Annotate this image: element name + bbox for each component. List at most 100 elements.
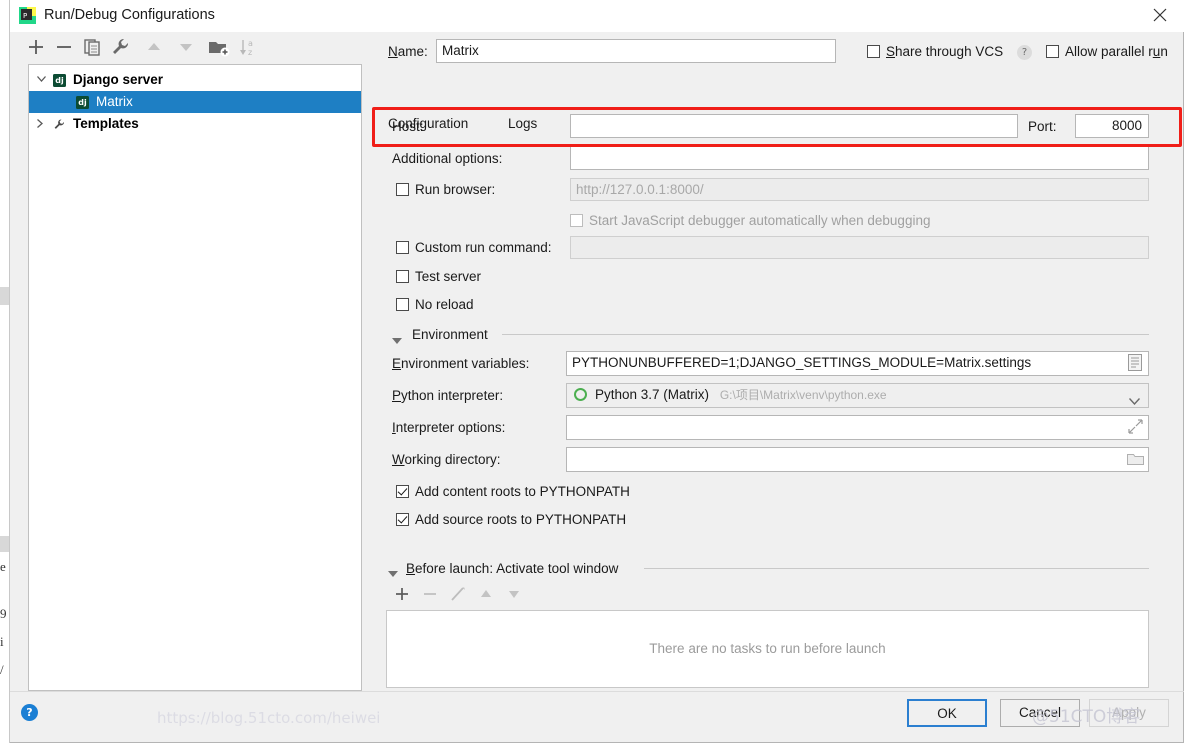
close-icon[interactable]: [1138, 0, 1184, 32]
tab-logs[interactable]: Logs: [508, 112, 537, 136]
no-reload-checkbox[interactable]: [396, 298, 409, 311]
js-debugger-checkbox[interactable]: [570, 214, 583, 227]
wrench-icon: [51, 117, 67, 132]
footer-divider: [10, 691, 1184, 692]
move-down-icon[interactable]: [174, 35, 198, 59]
underlay-glyph: 9: [0, 606, 7, 621]
allow-parallel-run-label: Allow parallel run: [1065, 44, 1168, 59]
help-icon[interactable]: ?: [21, 704, 38, 721]
ok-button[interactable]: OK: [907, 699, 987, 727]
add-content-roots-label: Add content roots to PYTHONPATH: [415, 484, 630, 499]
tree-item-label: Django server: [73, 72, 164, 87]
underlay-glyph: /: [0, 662, 4, 677]
port-label: Port:: [1028, 119, 1057, 134]
tree-item-templates[interactable]: Templates: [29, 113, 361, 135]
svg-text:a: a: [248, 39, 253, 48]
tree-item-label: Matrix: [96, 94, 133, 109]
task-move-up-icon[interactable]: [476, 584, 498, 604]
chevron-down-icon[interactable]: [33, 69, 49, 91]
port-input[interactable]: 8000: [1075, 114, 1149, 138]
add-source-roots-checkbox[interactable]: [396, 513, 409, 526]
environment-collapse-icon[interactable]: [392, 331, 404, 344]
tree-item-matrix[interactable]: dj Matrix: [29, 91, 361, 113]
name-label: Name:: [388, 44, 428, 59]
remove-task-button[interactable]: [420, 584, 442, 604]
before-launch-toolbar: [388, 584, 588, 606]
before-launch-task-list[interactable]: There are no tasks to run before launch: [386, 610, 1149, 688]
python-interpreter-combo[interactable]: Python 3.7 (Matrix) G:\项目\Matrix\venv\py…: [566, 383, 1149, 408]
copy-configuration-icon[interactable]: [80, 35, 104, 59]
underlay-band: [0, 536, 9, 552]
interpreter-options-input[interactable]: [566, 415, 1149, 440]
svg-text:z: z: [248, 48, 252, 57]
task-move-down-icon[interactable]: [504, 584, 526, 604]
underlay-band: [0, 287, 9, 305]
chevron-down-icon[interactable]: [1128, 390, 1141, 407]
run-browser-url-input[interactable]: http://127.0.0.1:8000/: [570, 178, 1149, 201]
django-icon: dj: [53, 74, 66, 87]
run-browser-label: Run browser:: [415, 182, 496, 197]
dialog-titlebar: P Run/Debug Configurations: [10, 0, 1184, 32]
screen-root: e 9 i / P Run/Debug Configurations a z d…: [0, 0, 1184, 743]
share-through-vcs-checkbox[interactable]: [867, 45, 880, 58]
dialog-title: Run/Debug Configurations: [44, 7, 215, 23]
folder-add-icon[interactable]: [206, 35, 230, 59]
run-debug-configurations-dialog: P Run/Debug Configurations a z dj Django…: [10, 0, 1184, 743]
interpreter-options-label: Interpreter options:: [392, 420, 506, 435]
add-content-roots-checkbox[interactable]: [396, 485, 409, 498]
remove-configuration-button[interactable]: [52, 35, 76, 59]
environment-variables-input[interactable]: PYTHONUNBUFFERED=1;DJANGO_SETTINGS_MODUL…: [566, 351, 1149, 376]
working-directory-input[interactable]: [566, 447, 1149, 472]
host-input[interactable]: [570, 114, 1018, 138]
before-launch-section-label: Before launch: Activate tool window: [406, 561, 619, 576]
run-browser-checkbox[interactable]: [396, 183, 409, 196]
additional-options-input[interactable]: [570, 146, 1149, 170]
svg-text:P: P: [23, 12, 27, 20]
watermark-url: https://blog.51cto.com/heiwei: [157, 709, 381, 727]
js-debugger-label: Start JavaScript debugger automatically …: [589, 213, 931, 228]
custom-run-command-label: Custom run command:: [415, 240, 552, 255]
add-task-button[interactable]: [392, 584, 414, 604]
add-configuration-button[interactable]: [24, 35, 48, 59]
environment-variables-label: Environment variables:: [392, 356, 530, 371]
folder-icon[interactable]: [1127, 452, 1145, 470]
move-up-icon[interactable]: [142, 35, 166, 59]
django-icon: dj: [76, 96, 89, 109]
python-interpreter-label: Python interpreter:: [392, 388, 504, 403]
name-input[interactable]: Matrix: [436, 39, 836, 63]
environment-section-label: Environment: [412, 327, 488, 342]
test-server-checkbox[interactable]: [396, 270, 409, 283]
add-source-roots-label: Add source roots to PYTHONPATH: [415, 512, 627, 527]
expand-icon[interactable]: [1128, 419, 1146, 437]
python-interpreter-path: G:\项目\Matrix\venv\python.exe: [719, 388, 887, 402]
wrench-icon[interactable]: [108, 35, 132, 59]
environment-section-divider: [502, 334, 1149, 335]
before-launch-divider: [644, 568, 1149, 569]
share-through-vcs-label: Share through VCS: [886, 44, 1004, 59]
custom-run-command-checkbox[interactable]: [396, 241, 409, 254]
before-launch-empty-text: There are no tasks to run before launch: [649, 641, 886, 656]
custom-run-command-input[interactable]: [570, 236, 1149, 259]
configurations-toolbar: a z: [10, 32, 362, 62]
allow-parallel-run-checkbox[interactable]: [1046, 45, 1059, 58]
underlay-glyph: i: [0, 634, 4, 649]
background-window-sliver: e 9 i /: [0, 0, 10, 743]
python-interpreter-value: Python 3.7 (Matrix): [595, 387, 710, 402]
test-server-label: Test server: [415, 269, 482, 284]
edit-task-pencil-icon[interactable]: [448, 584, 470, 604]
tree-item-django-server[interactable]: dj Django server: [29, 69, 361, 91]
configurations-tree[interactable]: dj Django server dj Matrix Templates: [28, 64, 362, 691]
before-launch-collapse-icon[interactable]: [388, 564, 400, 577]
python-env-icon: [574, 388, 587, 401]
no-reload-label: No reload: [415, 297, 474, 312]
pycharm-icon: P: [19, 7, 36, 24]
host-label: Host:: [392, 119, 424, 134]
list-browse-icon[interactable]: [1128, 354, 1146, 372]
working-directory-label: Working directory:: [392, 452, 501, 467]
share-vcs-help-icon[interactable]: ?: [1017, 45, 1032, 60]
chevron-right-icon[interactable]: [33, 113, 49, 135]
sort-az-icon[interactable]: a z: [236, 35, 260, 59]
underlay-glyph: e: [0, 559, 6, 574]
watermark-brand: @51CTO博客: [1032, 707, 1141, 727]
tree-item-label: Templates: [73, 116, 139, 131]
